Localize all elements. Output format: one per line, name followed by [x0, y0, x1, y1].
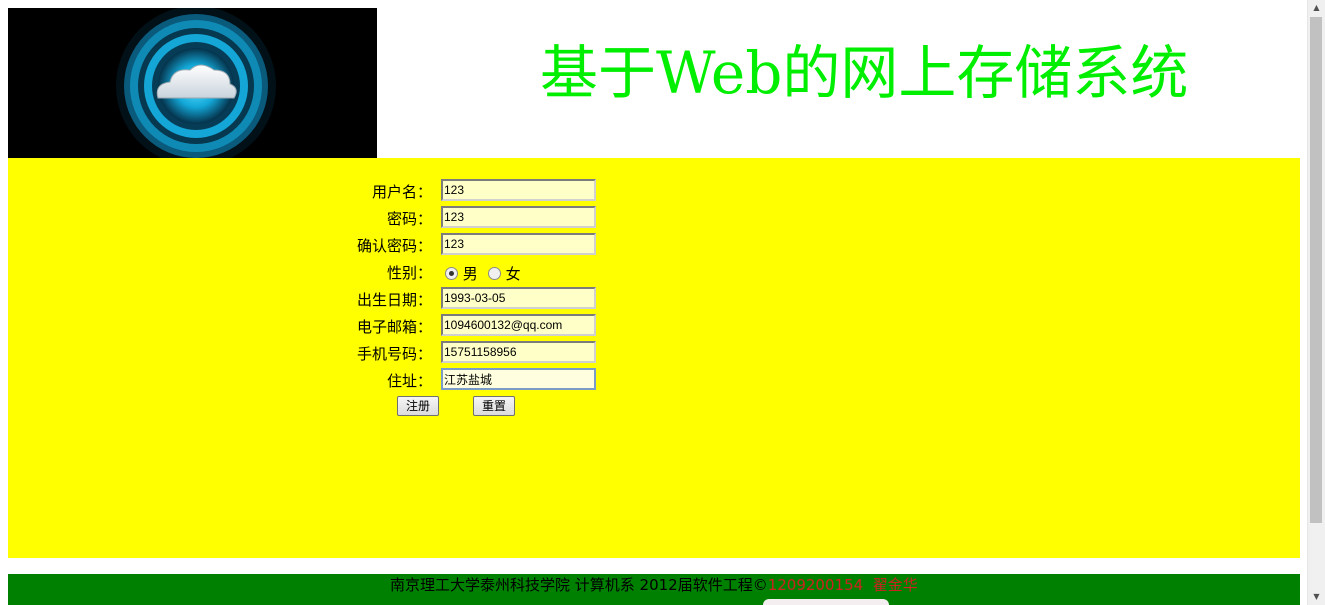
reset-button[interactable]: 重置 — [473, 396, 516, 416]
footer: 南京理工大学泰州科技学院 计算机系 2012届软件工程©1209200154 翟… — [8, 574, 1300, 605]
phone-input[interactable] — [441, 341, 596, 363]
confirm-password-label: 确认密码： — [356, 237, 432, 255]
password-row: 密码： — [8, 206, 708, 230]
page-title: 基于Web的网上存储系统 — [540, 39, 1189, 107]
gender-label: 性别： — [386, 264, 432, 282]
confirm-password-input[interactable] — [441, 233, 596, 255]
phone-row: 手机号码： — [8, 341, 708, 365]
female-label: 女 — [505, 265, 521, 283]
gender-option-female[interactable]: 女 — [487, 265, 521, 283]
birthdate-row: 出生日期： — [8, 287, 708, 311]
gender-radio-group: 男 女 — [445, 263, 531, 284]
address-label: 住址： — [386, 372, 432, 390]
birthdate-label: 出生日期： — [356, 291, 432, 309]
username-label: 用户名： — [371, 183, 432, 201]
footer-image — [763, 599, 889, 605]
footer-text: 南京理工大学泰州科技学院 计算机系 2012届软件工程©1209200154 翟… — [390, 574, 918, 595]
scroll-down-arrow-icon[interactable]: ▼ — [1308, 589, 1325, 605]
address-input[interactable] — [441, 368, 596, 390]
password-label: 密码： — [386, 210, 432, 228]
scroll-thumb[interactable] — [1310, 17, 1322, 523]
gender-option-male[interactable]: 男 — [445, 265, 478, 283]
email-row: 电子邮箱： — [8, 314, 708, 338]
cloud-icon — [116, 8, 276, 158]
male-radio[interactable] — [445, 267, 458, 280]
registration-panel: 用户名： 密码： 确认密码： 性别： 男 女 出生日期： 电子邮箱： 手机号码：… — [8, 158, 1300, 558]
username-input[interactable] — [441, 179, 596, 201]
vertical-scrollbar[interactable]: ▲ ▼ — [1307, 0, 1325, 605]
phone-label: 手机号码： — [356, 345, 432, 363]
email-input[interactable] — [441, 314, 596, 336]
password-input[interactable] — [441, 206, 596, 228]
gender-row: 性别： 男 女 — [8, 260, 708, 284]
register-button[interactable]: 注册 — [397, 396, 440, 416]
address-row: 住址： — [8, 368, 708, 392]
male-label: 男 — [462, 265, 478, 283]
footer-author: 翟金华 — [872, 576, 918, 594]
confirm-password-row: 确认密码： — [8, 233, 708, 257]
email-label: 电子邮箱： — [356, 318, 432, 336]
footer-school: 南京理工大学泰州科技学院 计算机系 2012届软件工程© — [390, 576, 768, 594]
scroll-up-arrow-icon[interactable]: ▲ — [1308, 0, 1325, 16]
username-row: 用户名： — [8, 179, 708, 203]
birthdate-input[interactable] — [441, 287, 596, 309]
footer-student-id: 1209200154 — [767, 576, 864, 594]
female-radio[interactable] — [487, 267, 501, 280]
header-logo — [8, 8, 377, 158]
